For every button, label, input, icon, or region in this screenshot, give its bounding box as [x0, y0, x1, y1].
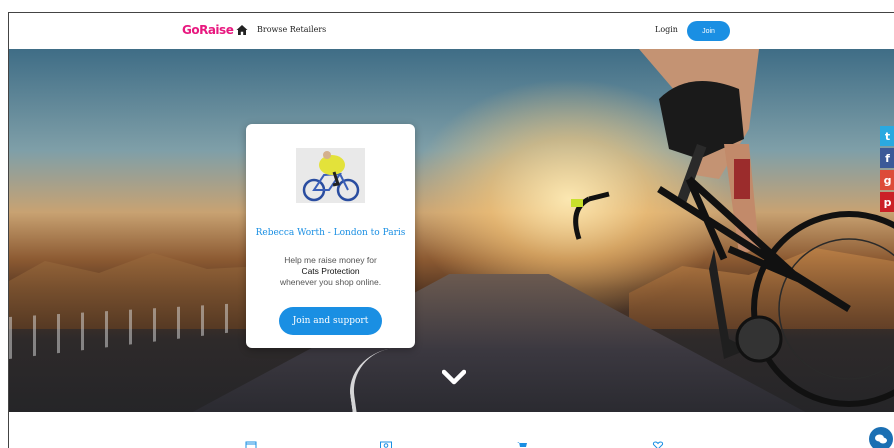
money-icon: [380, 441, 392, 448]
campaign-help-text: Help me raise money for: [284, 255, 377, 265]
logo[interactable]: GoRaise: [182, 23, 234, 37]
chevron-down-icon[interactable]: [442, 369, 466, 385]
features-strip: [9, 412, 894, 448]
page-frame: GoRaise Browse Retailers Login Join Rebe…: [8, 12, 894, 448]
charity-name: Cats Protection: [301, 266, 360, 276]
campaign-when-text: whenever you shop online.: [279, 277, 382, 287]
calendar-icon: [245, 441, 257, 448]
twitter-icon[interactable]: t: [880, 126, 894, 146]
browse-retailers-link[interactable]: Browse Retailers: [257, 25, 326, 34]
heart-icon: [652, 441, 664, 448]
cyclist-image: [571, 49, 894, 407]
campaign-card: Rebecca Worth - London to Paris Help me …: [246, 124, 415, 348]
home-icon[interactable]: [236, 24, 248, 36]
facebook-icon[interactable]: f: [880, 148, 894, 168]
campaign-title[interactable]: Rebecca Worth - London to Paris: [246, 228, 415, 238]
login-link[interactable]: Login: [655, 25, 678, 34]
chat-icon[interactable]: [869, 427, 893, 448]
campaign-photo: [296, 148, 365, 203]
hero-banner: Rebecca Worth - London to Paris Help me …: [9, 49, 894, 412]
pinterest-icon[interactable]: p: [880, 192, 894, 212]
top-nav: GoRaise Browse Retailers Login Join: [9, 13, 894, 49]
cart-icon: [517, 442, 527, 447]
google-plus-icon[interactable]: g: [880, 170, 894, 190]
join-button[interactable]: Join: [687, 21, 730, 41]
join-and-support-button[interactable]: Join and support: [279, 307, 382, 335]
